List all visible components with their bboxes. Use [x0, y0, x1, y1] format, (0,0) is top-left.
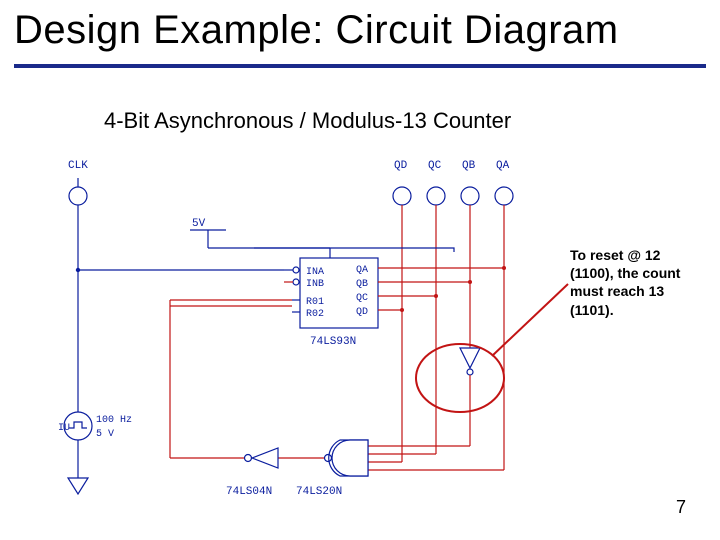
qa-label: QA — [496, 160, 510, 172]
callout-line: (1101). — [570, 302, 614, 318]
callout-line: (1100), the count — [570, 265, 680, 281]
pqd-label: QD — [356, 307, 368, 318]
circuit-diagram: .wb{stroke:#0a1d9e;stroke-width:1.2;fill… — [40, 150, 680, 530]
pqa-label: QA — [356, 265, 368, 276]
inb-label: INB — [306, 279, 324, 290]
subtitle: 4-Bit Asynchronous / Modulus-13 Counter — [104, 108, 511, 134]
page-number: 7 — [676, 497, 686, 518]
u1-label: 74LS93N — [310, 336, 356, 348]
r01-label: R01 — [306, 297, 324, 308]
u2-label: 74LS04N — [226, 486, 272, 498]
ic-74ls04: 74LS04N — [226, 448, 278, 498]
callout-line: To reset @ 12 — [570, 247, 660, 263]
pqb-label: QB — [356, 279, 368, 290]
q-terminals: QD QC QB QA — [393, 160, 513, 205]
r02-label: R02 — [306, 309, 324, 320]
qc-label: QC — [428, 160, 442, 172]
title-underline — [14, 64, 706, 68]
q-output-wires — [378, 205, 506, 312]
highlight-ellipse — [416, 344, 504, 412]
qd-label: QD — [394, 160, 408, 172]
inline-inverter — [460, 348, 480, 446]
page-title: Design Example: Circuit Diagram — [14, 8, 619, 53]
ina-label: INA — [306, 267, 324, 278]
vcc-label: 5V — [190, 218, 226, 230]
clk-label: CLK — [68, 160, 88, 172]
ic-74ls20: 74LS20N — [296, 440, 504, 498]
qb-label: QB — [462, 160, 476, 172]
svg-text:5V: 5V — [192, 218, 206, 230]
freq-label: 100 Hz — [96, 415, 132, 426]
callout-text: To reset @ 12 (1100), the count must rea… — [570, 246, 720, 319]
pqc-label: QC — [356, 293, 368, 304]
clock-source: IU 100 Hz 5 V — [58, 412, 132, 440]
ground-icon — [68, 478, 88, 494]
srctag-label: IU — [58, 423, 70, 434]
u3-label: 74LS20N — [296, 486, 342, 498]
ic-74ls93: INA INB R01 R02 QA QB QC QD 74LS93N — [292, 258, 378, 348]
callout-line: must reach 13 — [570, 283, 664, 299]
clk-terminal: CLK — [68, 160, 88, 205]
vsrc-label: 5 V — [96, 429, 114, 440]
